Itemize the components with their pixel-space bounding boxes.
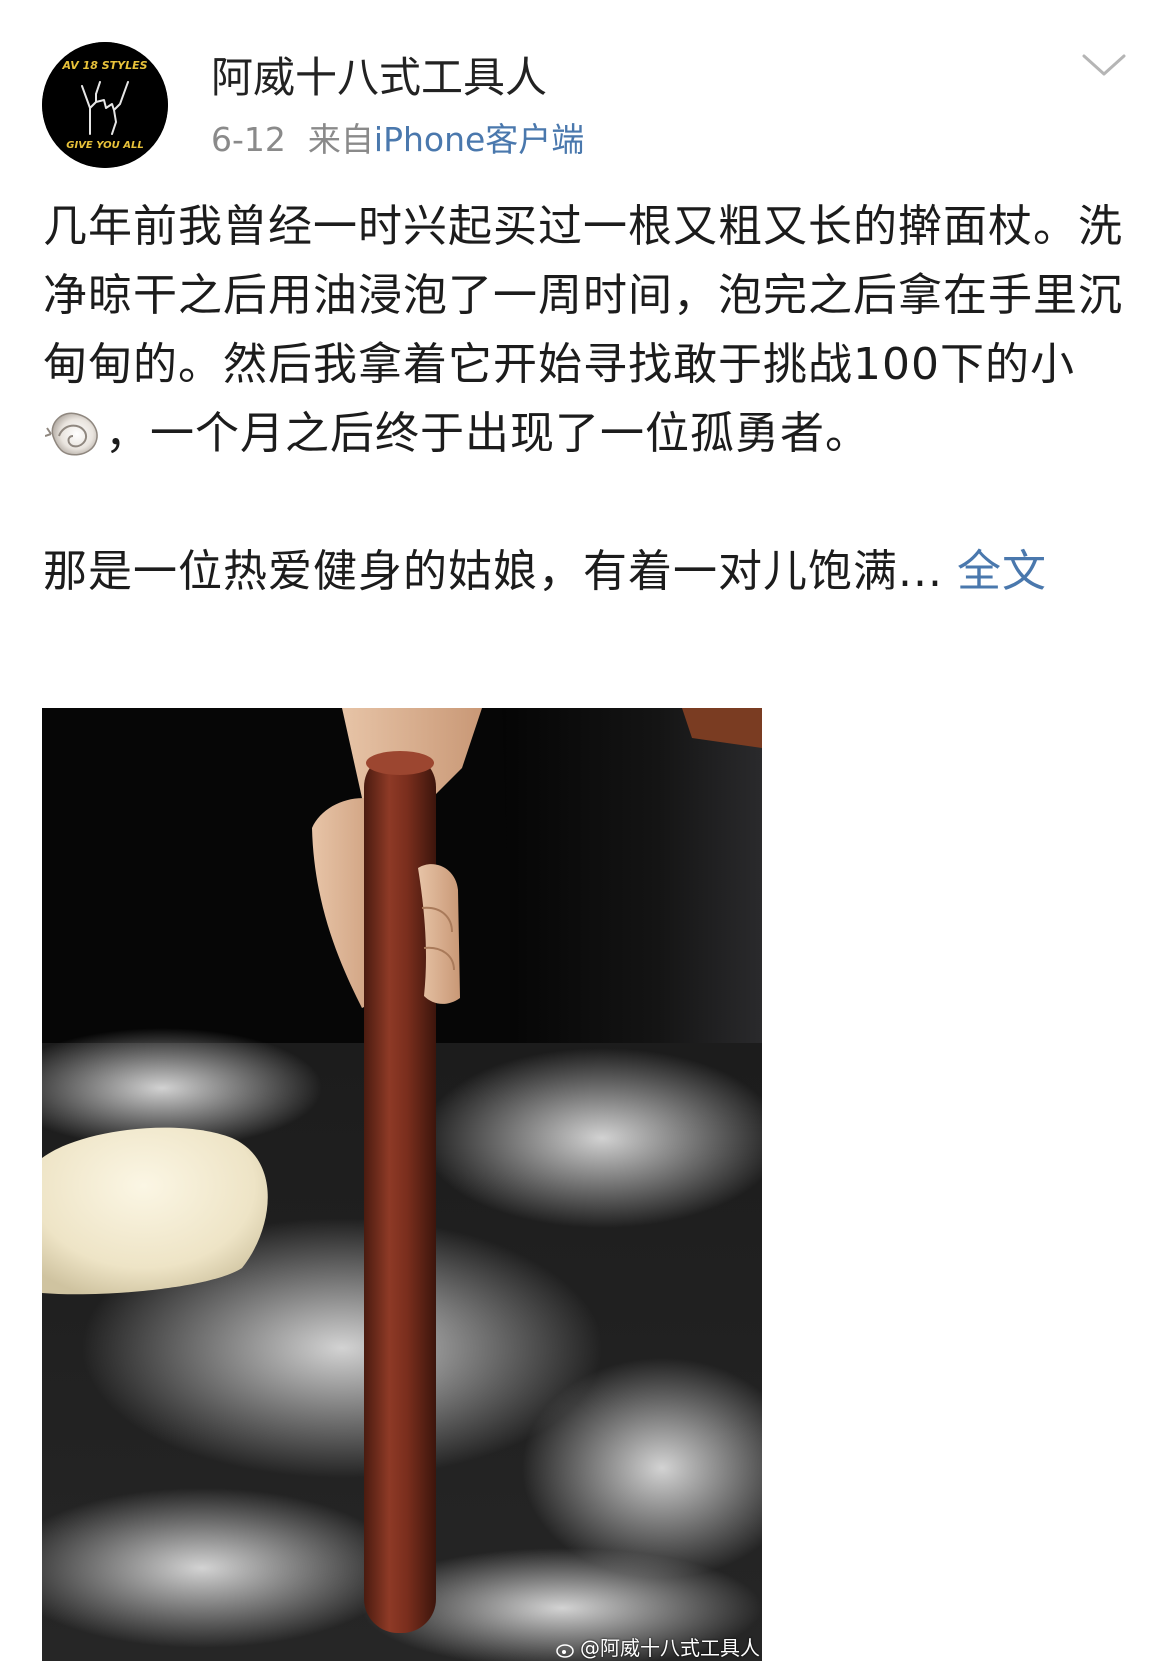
post-meta: 6-12 来自iPhone客户端 <box>211 114 584 166</box>
avatar-text-bottom: GIVE YOU ALL <box>66 140 143 151</box>
source-prefix: 来自 <box>307 120 374 159</box>
expand-full-text-link[interactable]: 全文 <box>957 546 1047 597</box>
rock-hand-logo: AV 18 STYLES GIVE YOU ALL <box>42 42 168 168</box>
image-watermark: @阿威十八式工具人 <box>556 1636 760 1660</box>
post-image[interactable] <box>42 708 762 1661</box>
paragraph-1-tail: ，一个月之后终于出现了一位孤勇者。 <box>105 408 870 459</box>
post-paragraph-2: 那是一位热爱健身的姑娘，有着一对儿饱满... 全文 <box>43 537 1133 606</box>
chevron-down-icon[interactable] <box>1078 44 1130 84</box>
author-name[interactable]: 阿威十八式工具人 <box>211 48 547 108</box>
paragraph-2-text: 那是一位热爱健身的姑娘，有着一对儿饱满... <box>43 546 943 597</box>
avatar[interactable]: AV 18 STYLES GIVE YOU ALL <box>42 42 168 168</box>
post-date: 6-12 <box>211 120 286 159</box>
watermark-text: @阿威十八式工具人 <box>580 1636 760 1660</box>
avatar-text-top: AV 18 STYLES <box>61 59 147 72</box>
source-client-link[interactable]: iPhone客户端 <box>374 120 584 159</box>
rolling-pin-photo <box>42 708 762 1661</box>
post-body: 几年前我曾经一时兴起买过一根又粗又长的擀面杖。洗净晾干之后用油浸泡了一周时间，泡… <box>43 192 1133 606</box>
paragraph-1-text: 几年前我曾经一时兴起买过一根又粗又长的擀面杖。洗净晾干之后用油浸泡了一周时间，泡… <box>43 201 1123 390</box>
snail-emoji <box>45 406 103 460</box>
post-paragraph-1: 几年前我曾经一时兴起买过一根又粗又长的擀面杖。洗净晾干之后用油浸泡了一周时间，泡… <box>43 192 1133 468</box>
weibo-icon <box>556 1639 576 1658</box>
